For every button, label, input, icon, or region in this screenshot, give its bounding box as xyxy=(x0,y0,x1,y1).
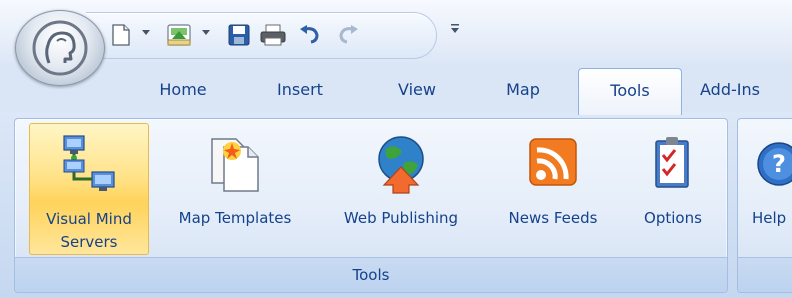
network-servers-icon xyxy=(59,130,119,200)
options-button[interactable]: Options xyxy=(625,123,721,255)
tab-tools[interactable]: Tools xyxy=(578,68,682,115)
web-publishing-button[interactable]: Web Publishing xyxy=(321,123,481,255)
map-templates-icon xyxy=(205,129,265,199)
new-document-icon[interactable] xyxy=(108,21,134,49)
help-icon: ? xyxy=(756,129,792,199)
ribbon-group-label-tools: Tools xyxy=(15,257,727,292)
tab-insert[interactable]: Insert xyxy=(260,68,340,112)
print-icon[interactable] xyxy=(258,21,288,49)
help-button[interactable]: ? Help xyxy=(746,123,792,255)
redo-icon[interactable] xyxy=(334,21,362,49)
ribbon-group-tools: Visual Mind Servers Map Templates Web Pu… xyxy=(14,118,728,293)
open-folder-icon[interactable] xyxy=(164,21,194,49)
ribbon-group-help: ? Help xyxy=(737,118,792,293)
news-feeds-label: News Feeds xyxy=(508,209,598,227)
undo-icon[interactable] xyxy=(296,21,324,49)
ribbon-tab-bar: Home Insert View Map Tools Add-Ins xyxy=(0,68,792,115)
open-dropdown-icon[interactable] xyxy=(202,30,210,35)
help-label: Help xyxy=(752,209,787,227)
svg-text:?: ? xyxy=(772,150,786,178)
ribbon-group-label-help xyxy=(738,257,792,292)
globe-publish-icon xyxy=(371,129,431,199)
tab-view[interactable]: View xyxy=(380,68,454,112)
options-checklist-icon xyxy=(643,129,703,199)
application-menu-button[interactable] xyxy=(15,10,105,86)
new-document-dropdown-icon[interactable] xyxy=(142,30,150,35)
save-icon[interactable] xyxy=(226,21,252,49)
visual-mind-servers-button[interactable]: Visual Mind Servers xyxy=(29,123,149,255)
rss-feed-icon xyxy=(523,129,583,199)
map-templates-button[interactable]: Map Templates xyxy=(159,123,311,255)
options-label: Options xyxy=(644,209,702,227)
customize-qat-icon[interactable] xyxy=(448,22,462,36)
visual-mind-servers-label: Visual Mind Servers xyxy=(46,210,132,251)
title-bar xyxy=(0,0,792,68)
tab-map[interactable]: Map xyxy=(486,68,560,112)
tab-add-ins[interactable]: Add-Ins xyxy=(700,68,790,112)
map-templates-label: Map Templates xyxy=(178,209,292,227)
web-publishing-label: Web Publishing xyxy=(343,209,459,227)
visual-mind-logo-icon xyxy=(32,20,88,76)
news-feeds-button[interactable]: News Feeds xyxy=(489,123,617,255)
quick-access-toolbar xyxy=(86,12,437,59)
tab-home[interactable]: Home xyxy=(146,68,220,112)
